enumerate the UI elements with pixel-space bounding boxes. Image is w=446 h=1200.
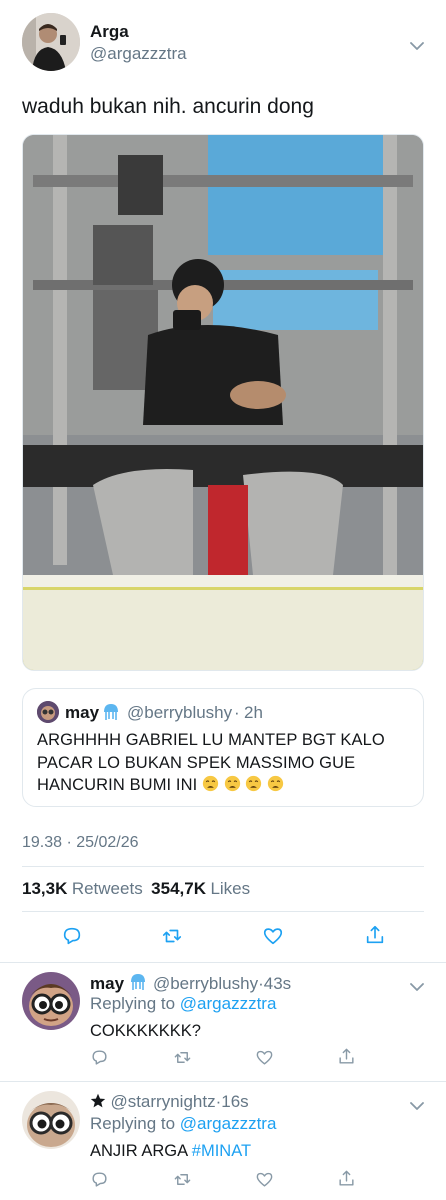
divider (0, 1081, 446, 1082)
reply-name[interactable]: may (90, 974, 124, 993)
reply-header: @starrynightz·16s (90, 1092, 249, 1112)
star-icon (90, 1093, 110, 1111)
share-button[interactable] (337, 1169, 356, 1193)
quoted-handle: @berryblushy (127, 703, 233, 722)
quoted-avatar (37, 701, 59, 723)
reply-avatar[interactable] (22, 972, 80, 1030)
weary-face-emoji-icon (224, 775, 246, 794)
quoted-dot: · (234, 703, 240, 722)
heart-icon (256, 1172, 273, 1187)
tweet-stats: 13,3K Retweets 354,7K Likes (22, 879, 250, 899)
likes-label[interactable]: Likes (210, 879, 250, 898)
reply-text: COKKKKKKK? (90, 1022, 201, 1040)
reply-icon (92, 1172, 107, 1187)
share-icon (339, 1170, 354, 1186)
like-button[interactable] (255, 1048, 274, 1072)
share-icon (366, 925, 384, 944)
divider (22, 866, 424, 867)
author-handle[interactable]: @argazzztra (90, 44, 187, 64)
quoted-time: 2h (244, 703, 263, 722)
gym-selfie-image (23, 135, 423, 670)
reply-header: may @berryblushy·43s (90, 972, 291, 994)
replying-to-line: Replying to @argazzztra (90, 994, 276, 1014)
quoted-tweet[interactable]: may @berryblushy · 2h ARGHHHH GABRIEL LU… (22, 688, 424, 807)
retweet-button[interactable] (161, 925, 183, 952)
divider (0, 962, 446, 963)
replying-to-handle[interactable]: @argazzztra (180, 1114, 277, 1133)
retweets-count[interactable]: 13,3K (22, 879, 67, 898)
retweet-button[interactable] (173, 1048, 192, 1072)
reply-button[interactable] (90, 1170, 109, 1194)
reply-avatar[interactable] (22, 1091, 80, 1149)
tweet-photo[interactable] (22, 134, 424, 671)
retweet-button[interactable] (173, 1170, 192, 1194)
jellyfish-emoji-icon (101, 702, 121, 727)
reply-chevron-down-icon[interactable] (410, 1098, 424, 1116)
share-button[interactable] (337, 1047, 356, 1071)
cartoon-glasses-avatar-icon (22, 972, 80, 1030)
author-name[interactable]: Arga (90, 22, 129, 42)
user-avatar-icon (22, 13, 80, 71)
jellyfish-emoji-icon (128, 974, 152, 993)
weary-face-emoji-icon (245, 775, 267, 794)
reply-text: ANJIR ARGA #MINAT (90, 1142, 251, 1161)
replying-to-handle[interactable]: @argazzztra (180, 994, 277, 1013)
share-icon (339, 1048, 354, 1064)
cartoon-avatar-icon (37, 701, 59, 723)
like-button[interactable] (262, 925, 284, 952)
retweets-label[interactable]: Retweets (72, 879, 143, 898)
like-button[interactable] (255, 1170, 274, 1194)
heart-icon (256, 1050, 273, 1065)
retweet-icon (174, 1052, 191, 1063)
reply-button[interactable] (61, 925, 83, 952)
replying-to-line: Replying to @argazzztra (90, 1114, 276, 1134)
reply-chevron-down-icon[interactable] (410, 979, 424, 997)
replying-prefix: Replying to (90, 994, 176, 1013)
cartoon-glasses-avatar-icon (22, 1091, 80, 1149)
divider (22, 911, 424, 912)
heart-icon (263, 928, 283, 945)
reply-time: 16s (221, 1092, 249, 1111)
retweet-icon (174, 1174, 191, 1185)
reply-handle[interactable]: @starrynightz (110, 1092, 215, 1111)
reply-text-plain: ANJIR ARGA (90, 1142, 188, 1160)
replying-prefix: Replying to (90, 1114, 176, 1133)
share-button[interactable] (364, 924, 386, 951)
reply-handle[interactable]: @berryblushy (153, 974, 258, 993)
likes-count[interactable]: 354,7K (151, 879, 206, 898)
weary-face-emoji-icon (267, 775, 284, 794)
reply-button[interactable] (90, 1048, 109, 1072)
quoted-name: may (65, 703, 100, 722)
reply-icon (92, 1050, 107, 1065)
chevron-down-icon[interactable] (410, 38, 424, 56)
hashtag-link[interactable]: #MINAT (192, 1142, 251, 1160)
quoted-text: ARGHHHH GABRIEL LU MANTEP BGT KALO PACAR… (37, 729, 417, 797)
author-avatar[interactable] (22, 13, 80, 71)
weary-face-emoji-icon (202, 775, 224, 794)
reply-time: 43s (263, 974, 292, 993)
reply-icon (63, 927, 81, 945)
tweet-text: waduh bukan nih. ancurin dong (22, 95, 314, 118)
tweet-timestamp: 19.38 · 25/02/26 (22, 834, 139, 851)
retweet-icon (162, 929, 182, 943)
